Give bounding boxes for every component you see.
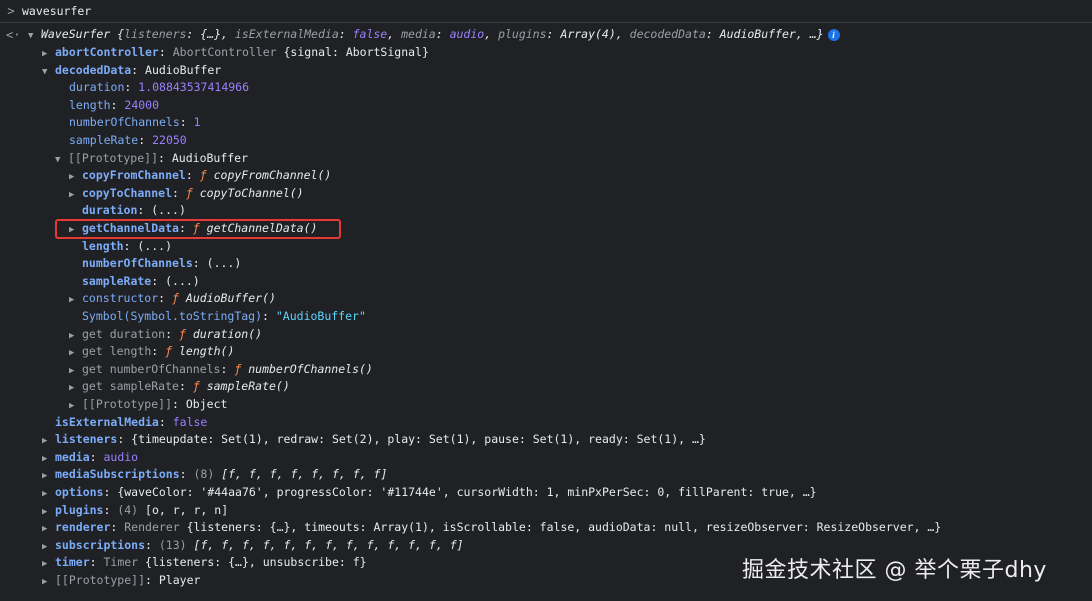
watermark: 掘金技术社区 @ 举个栗子dhy [742, 558, 1047, 583]
tree-row-proto-number-of-channels[interactable]: numberOfChannels: (...) [82, 255, 241, 273]
tree-row-renderer[interactable]: ▶ renderer: Renderer {listeners: {…}, tim… [42, 519, 941, 537]
tree-row-get-duration[interactable]: ▶ get duration: ƒ duration() [69, 326, 262, 344]
expand-triangle-icon[interactable]: ▶ [42, 486, 55, 504]
tree-row-proto-duration[interactable]: duration: (...) [82, 202, 186, 220]
tree-row-abort-controller[interactable]: ▶ abortController: AbortController {signa… [42, 44, 429, 62]
expand-triangle-icon[interactable]: ▶ [69, 187, 82, 205]
tree-row-options[interactable]: ▶ options: {waveColor: '#44aa76', progres… [42, 484, 817, 502]
console-input-row: > wavesurfer [0, 0, 1092, 23]
expand-triangle-icon[interactable]: ▶ [42, 468, 55, 486]
object-summary-row[interactable]: ▼ WaveSurfer {listeners: {…}, isExternalM… [28, 26, 840, 44]
tree-row-length: length: 24000 [69, 98, 160, 112]
expand-triangle-icon[interactable]: ▶ [42, 433, 55, 451]
tree-row-media-subscriptions[interactable]: ▶ mediaSubscriptions: (8) [f, f, f, f, f,… [42, 466, 387, 484]
tree-row-timer[interactable]: ▶ timer: Timer {listeners: {…}, unsubscri… [42, 554, 367, 572]
tree-row-number-of-channels: numberOfChannels: 1 [69, 115, 201, 129]
prompt-chevron-icon: > [7, 4, 15, 18]
tree-row-proto-length[interactable]: length: (...) [82, 238, 172, 256]
expand-triangle-icon[interactable]: ▼ [28, 28, 41, 46]
tree-row-prototype-object[interactable]: ▶ [[Prototype]]: Object [69, 396, 227, 414]
return-chevron-icon: <· [6, 28, 21, 42]
expand-triangle-icon[interactable]: ▶ [69, 292, 82, 310]
tree-row-is-external-media: isExternalMedia: false [55, 415, 208, 429]
expand-triangle-icon[interactable]: ▶ [69, 169, 82, 187]
tree-row-copy-from-channel[interactable]: ▶ copyFromChannel: ƒ copyFromChannel() [69, 167, 331, 185]
expand-triangle-icon[interactable]: ▶ [42, 574, 55, 592]
expand-triangle-icon[interactable]: ▶ [42, 46, 55, 64]
tree-row-media[interactable]: ▶ media: audio [42, 449, 138, 467]
tree-row-get-sample-rate[interactable]: ▶ get sampleRate: ƒ sampleRate() [69, 378, 290, 396]
tree-row-prototype-player[interactable]: ▶ [[Prototype]]: Player [42, 572, 200, 590]
tree-row-plugins[interactable]: ▶ plugins: (4) [o, r, r, n] [42, 502, 228, 520]
collapse-triangle-icon[interactable]: ▼ [55, 152, 68, 170]
tree-row-prototype-audiobuffer[interactable]: ▼ [[Prototype]]: AudioBuffer [55, 150, 248, 168]
tree-row-constructor[interactable]: ▶ constructor: ƒ AudioBuffer() [69, 290, 276, 308]
tree-row-symbol-tostringtag: Symbol(Symbol.toStringTag): "AudioBuffer… [82, 309, 366, 323]
tree-row-proto-sample-rate[interactable]: sampleRate: (...) [82, 273, 200, 291]
tree-row-listeners[interactable]: ▶ listeners: {timeupdate: Set(1), redraw:… [42, 431, 706, 449]
collapse-triangle-icon[interactable]: ▼ [42, 64, 55, 82]
expand-triangle-icon[interactable]: ▶ [69, 345, 82, 363]
info-icon[interactable]: i [827, 28, 840, 41]
tree-row-get-number-of-channels[interactable]: ▶ get numberOfChannels: ƒ numberOfChannel… [69, 361, 373, 379]
expand-triangle-icon[interactable]: ▶ [69, 380, 82, 398]
tree-row-subscriptions[interactable]: ▶ subscriptions: (13) [f, f, f, f, f, f, … [42, 537, 464, 555]
tree-row-decoded-data[interactable]: ▼ decodedData: AudioBuffer [42, 62, 221, 80]
tree-row-get-length[interactable]: ▶ get length: ƒ length() [69, 343, 234, 361]
console-command: wavesurfer [22, 4, 92, 18]
tree-row-sample-rate: sampleRate: 22050 [69, 133, 187, 147]
tree-row-copy-to-channel[interactable]: ▶ copyToChannel: ƒ copyToChannel() [69, 185, 304, 203]
expand-triangle-icon[interactable]: ▶ [42, 556, 55, 574]
expand-triangle-icon[interactable]: ▶ [42, 521, 55, 539]
expand-triangle-icon[interactable]: ▶ [69, 398, 82, 416]
tree-row-duration: duration: 1.08843537414966 [69, 80, 250, 94]
highlight-box [55, 219, 341, 239]
